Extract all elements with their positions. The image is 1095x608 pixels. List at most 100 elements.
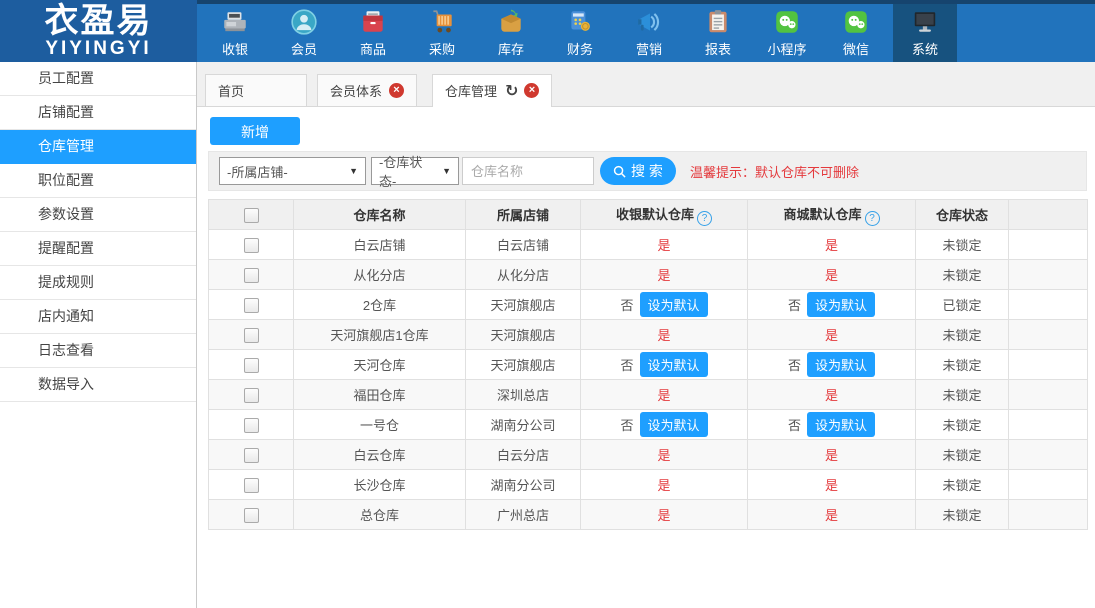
status-cell: 未锁定 <box>916 260 1009 290</box>
nav-item-marketing[interactable]: 营销 <box>617 4 681 62</box>
set-default-button[interactable]: 设为默认 <box>807 412 875 437</box>
empty-cell <box>1009 260 1088 290</box>
warehouse-name-cell: 从化分店 <box>294 260 466 290</box>
sidebar-item-log-view[interactable]: 日志查看 <box>0 334 196 368</box>
tab-home[interactable]: 首页 <box>205 74 307 106</box>
sidebar-item-position-config[interactable]: 职位配置 <box>0 164 196 198</box>
add-warehouse-button[interactable]: 新增 <box>210 117 300 145</box>
set-default-button[interactable]: 设为默认 <box>807 292 875 317</box>
row-checkbox[interactable] <box>244 238 259 253</box>
tab-close-icon[interactable]: × <box>524 83 539 98</box>
empty-cell <box>1009 470 1088 500</box>
sidebar-item-employee-config[interactable]: 员工配置 <box>0 62 196 96</box>
tab-member-system[interactable]: 会员体系 × <box>317 74 417 106</box>
cashier-default-cell: 是 <box>581 470 748 500</box>
tab-label: 仓库管理 <box>445 81 497 100</box>
default-no-value: 否 <box>620 298 633 313</box>
checkbox-cell <box>209 320 294 350</box>
table-row: 白云仓库白云分店是是未锁定 <box>209 440 1088 470</box>
mall-default-cell: 是 <box>748 500 916 530</box>
default-yes-value: 是 <box>825 328 838 343</box>
warehouse-name-cell: 总仓库 <box>294 500 466 530</box>
set-default-button[interactable]: 设为默认 <box>807 352 875 377</box>
row-checkbox[interactable] <box>244 478 259 493</box>
warehouse-name-input[interactable] <box>462 157 594 185</box>
header-empty <box>1009 200 1088 230</box>
nav-item-wechat[interactable]: 微信 <box>824 4 888 62</box>
row-checkbox[interactable] <box>244 358 259 373</box>
nav-item-cashier[interactable]: 收银 <box>203 4 267 62</box>
status-filter-value: -仓库状态- <box>379 152 434 190</box>
status-cell: 未锁定 <box>916 440 1009 470</box>
checkbox-cell <box>209 290 294 320</box>
nav-item-inventory[interactable]: 库存 <box>479 4 543 62</box>
select-all-checkbox[interactable] <box>244 208 259 223</box>
sidebar-item-data-import[interactable]: 数据导入 <box>0 368 196 402</box>
nav-item-label: 系统 <box>912 39 938 58</box>
store-filter-value: -所属店铺- <box>227 162 288 181</box>
row-checkbox[interactable] <box>244 328 259 343</box>
empty-cell <box>1009 500 1088 530</box>
store-cell: 湖南分公司 <box>466 470 581 500</box>
set-default-button[interactable]: 设为默认 <box>640 412 708 437</box>
tab-label: 会员体系 <box>330 81 382 100</box>
row-checkbox[interactable] <box>244 508 259 523</box>
nav-item-goods[interactable]: 商品 <box>341 4 405 62</box>
status-cell: 已锁定 <box>916 290 1009 320</box>
logo: 衣盈易 YIYINGYI <box>0 0 197 62</box>
default-yes-value: 是 <box>825 238 838 253</box>
row-checkbox[interactable] <box>244 298 259 313</box>
cashier-default-cell: 是 <box>581 440 748 470</box>
row-checkbox[interactable] <box>244 418 259 433</box>
status-cell: 未锁定 <box>916 500 1009 530</box>
search-button[interactable]: 搜 索 <box>600 157 676 185</box>
filter-bar: -所属店铺- ▼ -仓库状态- ▼ 搜 索 温馨提示：默认仓库不可删除 <box>208 151 1087 191</box>
miniprogram-icon <box>773 8 801 36</box>
search-icon <box>613 165 626 178</box>
warehouse-name-cell: 一号仓 <box>294 410 466 440</box>
warehouse-name-cell: 2仓库 <box>294 290 466 320</box>
sidebar-item-parameter-settings[interactable]: 参数设置 <box>0 198 196 232</box>
nav-item-finance[interactable]: 财务 <box>548 4 612 62</box>
tab-label: 首页 <box>218 81 244 100</box>
nav-item-purchase[interactable]: 采购 <box>410 4 474 62</box>
member-icon <box>290 8 318 36</box>
row-checkbox[interactable] <box>244 448 259 463</box>
sidebar-item-store-notice[interactable]: 店内通知 <box>0 300 196 334</box>
sidebar-item-reminder-config[interactable]: 提醒配置 <box>0 232 196 266</box>
checkbox-cell <box>209 350 294 380</box>
store-filter-select[interactable]: -所属店铺- ▼ <box>219 157 366 185</box>
nav-item-miniprogram[interactable]: 小程序 <box>755 4 819 62</box>
sidebar-item-commission-rules[interactable]: 提成规则 <box>0 266 196 300</box>
help-icon[interactable]: ? <box>697 211 712 226</box>
goods-icon <box>359 8 387 36</box>
default-no-value: 否 <box>788 418 801 433</box>
row-checkbox[interactable] <box>244 268 259 283</box>
mall-default-cell: 是 <box>748 380 916 410</box>
set-default-button[interactable]: 设为默认 <box>640 352 708 377</box>
sidebar-item-store-config[interactable]: 店铺配置 <box>0 96 196 130</box>
nav-item-system[interactable]: 系统 <box>893 4 957 62</box>
default-yes-value: 是 <box>657 508 670 523</box>
nav-item-label: 财务 <box>567 39 593 58</box>
nav-item-label: 营销 <box>636 39 662 58</box>
nav-item-report[interactable]: 报表 <box>686 4 750 62</box>
sidebar-item-warehouse-management[interactable]: 仓库管理 <box>0 130 196 164</box>
set-default-button[interactable]: 设为默认 <box>640 292 708 317</box>
default-yes-value: 是 <box>657 268 670 283</box>
table-row: 2仓库天河旗舰店否设为默认否设为默认已锁定 <box>209 290 1088 320</box>
tab-warehouse-management[interactable]: 仓库管理 ↻ × <box>432 74 552 107</box>
status-filter-select[interactable]: -仓库状态- ▼ <box>371 157 459 185</box>
cashier-default-cell: 是 <box>581 320 748 350</box>
top-bar: 衣盈易 YIYINGYI 收银 <box>0 0 1095 62</box>
tab-refresh-icon[interactable]: ↻ <box>505 81 518 101</box>
wechat-icon <box>842 8 870 36</box>
help-icon[interactable]: ? <box>865 211 880 226</box>
tab-close-icon[interactable]: × <box>389 83 404 98</box>
row-checkbox[interactable] <box>244 388 259 403</box>
nav-item-label: 会员 <box>291 39 317 58</box>
search-button-label: 搜 索 <box>631 161 663 181</box>
nav-item-member[interactable]: 会员 <box>272 4 336 62</box>
status-cell: 未锁定 <box>916 380 1009 410</box>
table-row: 长沙仓库湖南分公司是是未锁定 <box>209 470 1088 500</box>
